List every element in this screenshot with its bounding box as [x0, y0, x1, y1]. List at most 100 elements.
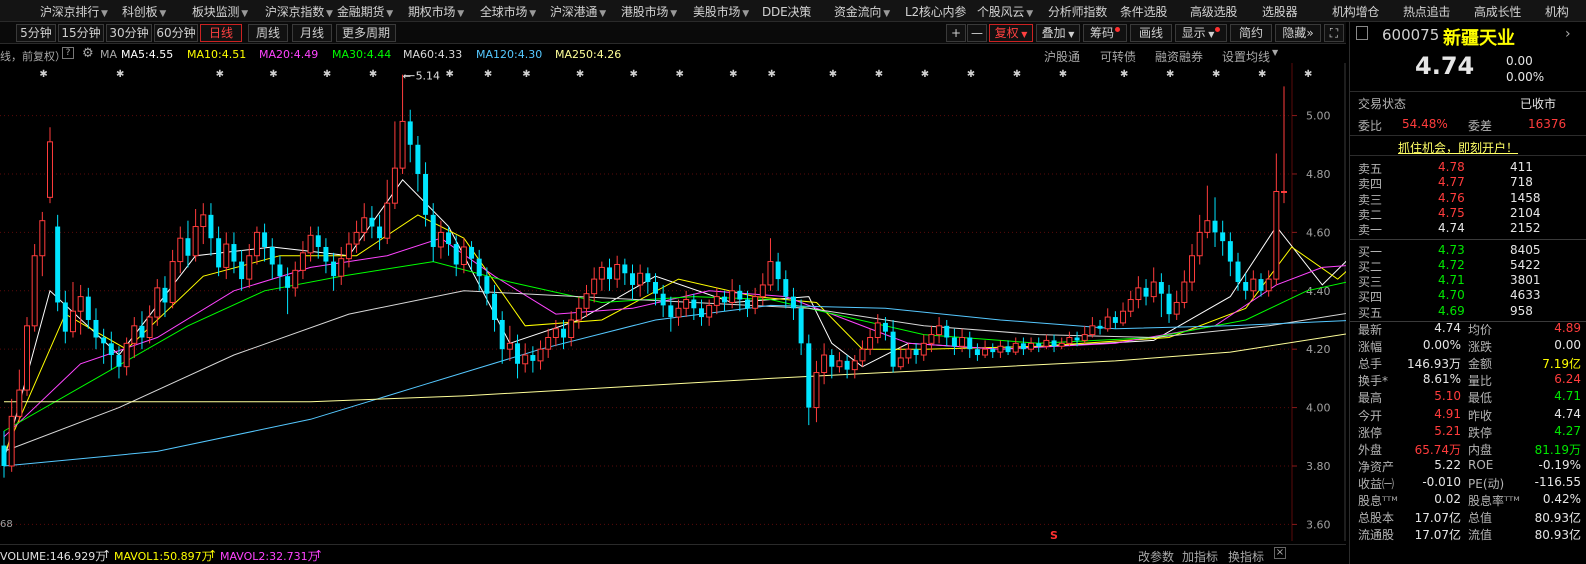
candle-body [415, 144, 421, 174]
orderbook-row-ask[interactable]: 卖四 4.77 718 [1350, 175, 1586, 191]
orderbook-row-ask[interactable]: 卖三 4.76 1458 [1350, 191, 1586, 207]
orderbook-row-bid[interactable]: 买一 4.73 8405 [1350, 243, 1586, 259]
period-30min[interactable]: 30分钟 [106, 24, 152, 42]
menu-item-14[interactable]: 分析师指数 [1048, 3, 1107, 20]
period-60min[interactable]: 60分钟 [154, 24, 198, 42]
menu-item-15[interactable]: 条件选股 [1120, 3, 1167, 20]
overlay-button[interactable]: 叠加 ▼ [1036, 24, 1080, 42]
menu-item-7[interactable]: 沪深港通 ▼ [550, 3, 606, 20]
candle-body [668, 305, 674, 318]
next-stock-icon[interactable]: › [1565, 26, 1571, 42]
orderbook-row-bid[interactable]: 买三 4.71 3801 [1350, 273, 1586, 289]
candle-body [1173, 301, 1180, 315]
ma30-value: MA30:4.44 [332, 48, 392, 61]
period-5min[interactable]: 5分钟 [16, 24, 56, 42]
menu-item-label: 资金流向 [834, 5, 882, 19]
stat-row: 收益㈠ -0.010 PE(动) -116.55 [1350, 474, 1586, 491]
menu-icon[interactable] [1356, 26, 1368, 40]
candle-body [8, 415, 15, 467]
menu-item-1[interactable]: 科创板 ▼ [122, 3, 166, 20]
menu-item-13[interactable]: 个股风云 ▼ [977, 3, 1033, 20]
event-marker-icon: ✱ [1120, 69, 1128, 80]
candle-body [607, 267, 612, 280]
menu-item-label: 选股器 [1262, 5, 1298, 19]
edit-params-link[interactable]: 改参数 [1138, 548, 1174, 564]
menu-item-12[interactable]: L2核心内参 [905, 3, 966, 20]
add-indicator-link[interactable]: 加指标 [1182, 548, 1218, 564]
orderbook-row-bid[interactable]: 买二 4.72 5422 [1350, 258, 1586, 274]
menu-item-20[interactable]: 高成长性 [1474, 3, 1521, 20]
orderbook-row-ask[interactable]: 卖一 4.74 2152 [1350, 221, 1586, 237]
period-more[interactable]: 更多周期 [336, 24, 396, 42]
chips-button[interactable]: 筹码 [1083, 24, 1127, 42]
menu-item-8[interactable]: 港股市场 ▼ [621, 3, 677, 20]
stat-label: 金额 [1468, 357, 1493, 372]
period-monthly[interactable]: 月线 [292, 24, 332, 42]
zoom-out-button[interactable]: — [967, 24, 987, 42]
orderbook-row-ask[interactable]: 卖五 4.78 411 [1350, 160, 1586, 176]
last-price: 4.74 [1415, 52, 1475, 80]
candle-body [561, 328, 567, 338]
volume-value: VOLUME:146.929万 [0, 550, 107, 563]
orderbook-row-ask[interactable]: 卖二 4.75 2104 [1350, 206, 1586, 222]
promo-link[interactable]: 抓住机会，即刻开户！ [1398, 139, 1518, 156]
menu-item-6[interactable]: 全球市场 ▼ [480, 3, 536, 20]
menu-item-9[interactable]: 美股市场 ▼ [693, 3, 749, 20]
draw-line-button[interactable]: 画线 [1130, 24, 1172, 42]
menu-item-17[interactable]: 选股器 [1262, 3, 1298, 20]
switch-indicator-link[interactable]: 换指标 [1228, 548, 1264, 564]
menu-item-5[interactable]: 期权市场 ▼ [408, 3, 464, 20]
candle-body [806, 343, 812, 408]
candle-body [123, 342, 130, 368]
candle-body [246, 255, 253, 280]
candlestick-chart[interactable]: 5.004.804.604.404.204.003.803.60✱ ✱ ✱ ✱ ✱ ✱ ✱ ✱… [0, 63, 1346, 541]
menu-item-10[interactable]: DDE决策 [762, 3, 811, 20]
chevron-down-icon: ▼ [742, 9, 749, 19]
period-daily[interactable]: 日线 [200, 24, 242, 42]
gear-icon[interactable]: ⚙ [82, 46, 94, 61]
orderbook-row-bid[interactable]: 买五 4.69 958 [1350, 304, 1586, 320]
chevron-down-icon: ▼ [1018, 30, 1028, 39]
menu-item-11[interactable]: 资金流向 ▼ [834, 3, 890, 20]
hide-button[interactable]: 隐藏» [1275, 24, 1321, 42]
menu-item-2[interactable]: 板块监测 ▼ [192, 3, 248, 20]
menu-item-4[interactable]: 金融期货 ▼ [337, 3, 393, 20]
chevron-down-icon[interactable]: ▼ [1272, 48, 1278, 57]
candle-body [990, 349, 996, 353]
candle-body [484, 276, 490, 294]
display-button[interactable]: 显示 ▼ [1175, 24, 1227, 42]
period-15min[interactable]: 15分钟 [58, 24, 104, 42]
chevron-down-icon: ▼ [101, 9, 108, 19]
candle-body [614, 263, 621, 280]
candle-body [737, 290, 743, 300]
low-value-label: 68 [0, 519, 13, 530]
candle-body [453, 244, 459, 265]
period-weekly[interactable]: 周线 [248, 24, 288, 42]
fuquan-button[interactable]: 复权 ▼ [989, 24, 1033, 42]
expand-button[interactable]: ⛶ [1324, 24, 1344, 42]
candle-body [598, 266, 605, 280]
candle-body [920, 342, 927, 356]
candle-body [645, 273, 651, 283]
orderbook-row-bid[interactable]: 买四 4.70 4633 [1350, 288, 1586, 304]
menu-item-18[interactable]: 机构增仓 [1332, 3, 1379, 20]
promo-row[interactable]: 抓住机会，即刻开户！ [1350, 138, 1586, 156]
close-icon[interactable]: × [1274, 547, 1286, 559]
event-marker-icon: ✱ [323, 69, 331, 80]
simple-button[interactable]: 简约 [1230, 24, 1272, 42]
chips-label: 筹码 [1089, 26, 1114, 40]
candle-body [974, 349, 980, 356]
zoom-in-button[interactable]: + [946, 24, 966, 42]
menu-item-label: L2核心内参 [905, 5, 967, 19]
menu-item-3[interactable]: 沪深京指数 ▼ [265, 3, 333, 20]
candle-body [131, 325, 138, 344]
menu-item-21[interactable]: 机构 [1545, 3, 1569, 20]
menu-item-16[interactable]: 高级选股 [1190, 3, 1237, 20]
candle-body [1074, 337, 1080, 341]
menu-item-0[interactable]: 沪深京排行 ▼ [40, 3, 108, 20]
stat-value: 146.93万 [1407, 357, 1461, 372]
menu-item-19[interactable]: 热点追击 [1403, 3, 1450, 20]
candle-body [437, 231, 444, 248]
help-icon[interactable]: ? [62, 47, 74, 59]
event-marker-icon: ✱ [1258, 69, 1266, 80]
